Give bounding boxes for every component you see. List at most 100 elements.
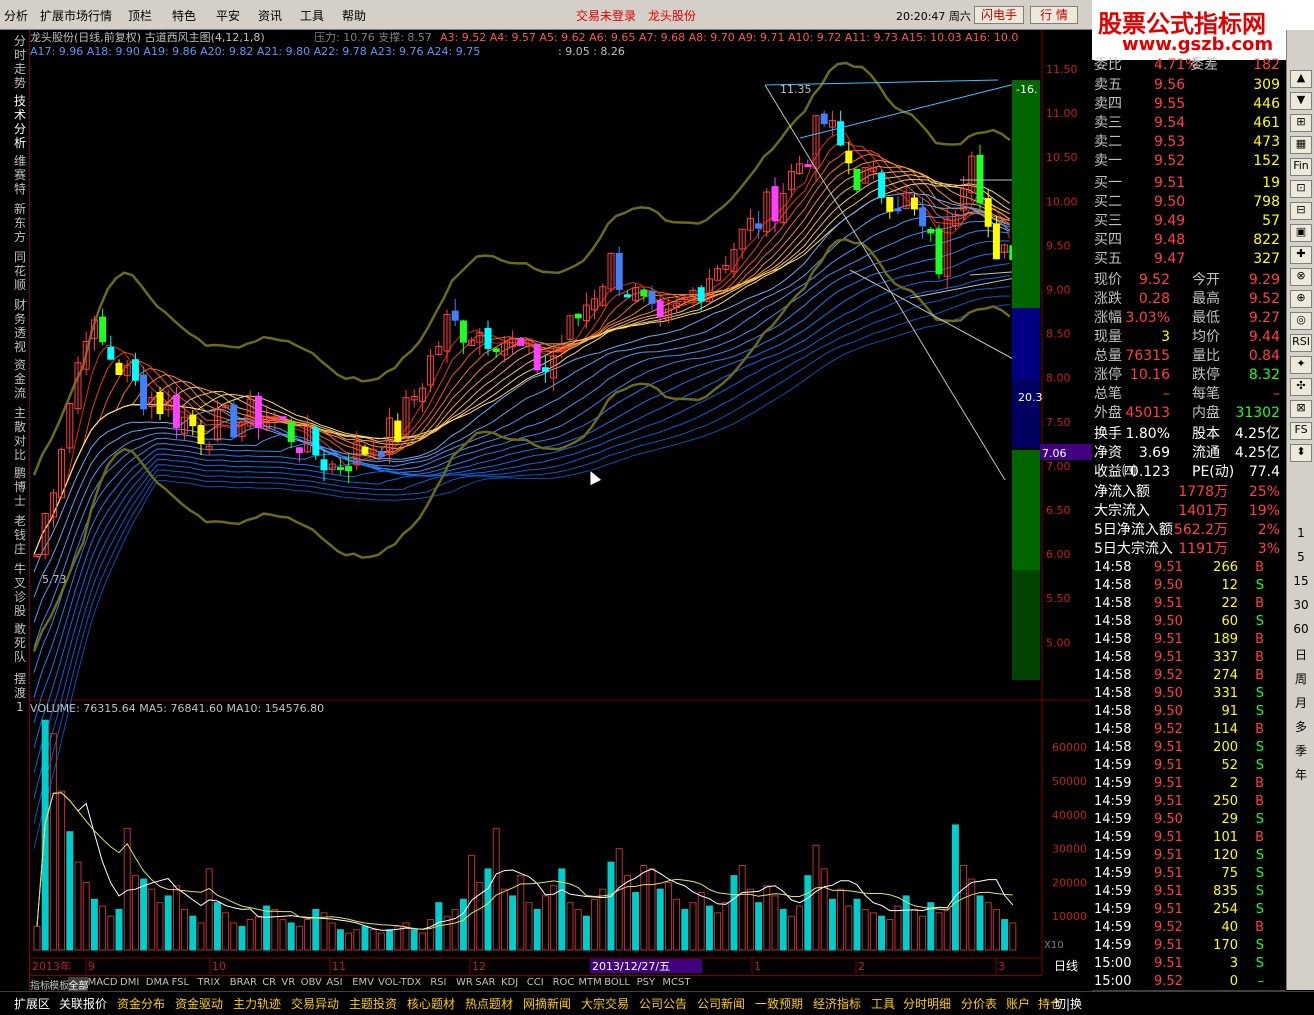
fn-tab-8[interactable]: BRAR <box>230 977 257 988</box>
fn-tab-3[interactable]: MACD <box>88 977 118 988</box>
tool-icon-2[interactable]: ⊞ <box>1290 114 1312 132</box>
fn-tab-7[interactable]: TRIX <box>197 977 220 988</box>
bottom-tab-11[interactable]: 公司公告 <box>639 995 687 1012</box>
tool-icon-1[interactable]: ▼ <box>1290 92 1312 110</box>
bottom-tab-13[interactable]: 一致预期 <box>755 995 803 1012</box>
kline-chart[interactable]: 11.50 11.00 10.50 10.00 9.50 9.00 8.50 8.00 7.50… <box>30 30 1092 975</box>
bottom-tab-4[interactable]: 主力轨迹 <box>233 995 281 1012</box>
bottom-tab-6[interactable]: 主题投资 <box>349 995 397 1012</box>
tool-icon-3[interactable]: ▦ <box>1290 136 1312 154</box>
fn-tab-23[interactable]: PSY <box>637 977 656 988</box>
menu-item-features[interactable]: 特色 <box>172 7 196 24</box>
fn-tab-18[interactable]: KDJ <box>501 977 518 988</box>
tool-icon-6[interactable]: ⊟ <box>1290 202 1312 220</box>
left-tab-3[interactable]: 新东方 <box>12 202 28 244</box>
quote-button[interactable]: 行 情 <box>1030 6 1078 24</box>
tool-icon-15[interactable]: ⊠ <box>1290 400 1312 418</box>
period-8[interactable]: 多 <box>1290 718 1312 735</box>
period-0[interactable]: 1 <box>1290 526 1312 540</box>
fn-tab-21[interactable]: MTM <box>578 977 601 988</box>
left-tab-11[interactable]: 敢死队 <box>12 622 28 664</box>
fn-tab-17[interactable]: SAR <box>475 977 495 988</box>
menu-item-tools[interactable]: 工具 <box>300 7 324 24</box>
bottom-tab-17[interactable]: 分价表 <box>961 995 997 1012</box>
period-4[interactable]: 60 <box>1290 622 1312 636</box>
left-tab-7[interactable]: 主散对比 <box>12 406 28 462</box>
fn-tab-2[interactable]: 全部 <box>68 977 89 992</box>
tool-icon-16[interactable]: FS <box>1290 422 1312 440</box>
switch-button[interactable]: 切|换 <box>1054 995 1082 1012</box>
bottom-tab-14[interactable]: 经济指标 <box>813 995 861 1012</box>
left-tab-12[interactable]: 摆渡1 <box>12 672 28 714</box>
menu-item-top-bar[interactable]: 顶栏 <box>128 7 152 24</box>
tool-icon-10[interactable]: ⊕ <box>1290 290 1312 308</box>
period-2[interactable]: 15 <box>1290 574 1312 588</box>
fn-tab-5[interactable]: DMA <box>146 977 169 988</box>
bottom-tab-15[interactable]: 工具 <box>871 995 895 1012</box>
tool-icon-8[interactable]: ✚ <box>1290 246 1312 264</box>
fn-tab-15[interactable]: RSI <box>430 977 446 988</box>
menu-item-news[interactable]: 资讯 <box>258 7 282 24</box>
period-10[interactable]: 年 <box>1290 766 1312 783</box>
tool-icon-5[interactable]: ⊡ <box>1290 180 1312 198</box>
fn-tab-24[interactable]: MCST <box>662 977 690 988</box>
fn-tab-4[interactable]: DMI <box>120 977 139 988</box>
left-tab-6[interactable]: 资金流 <box>12 358 28 400</box>
tool-icon-14[interactable]: ✣ <box>1290 378 1312 396</box>
bottom-tab-10[interactable]: 大宗交易 <box>581 995 629 1012</box>
period-5[interactable]: 日 <box>1290 646 1312 663</box>
fn-tab-6[interactable]: FSL <box>172 977 190 988</box>
bottom-tab-8[interactable]: 热点题材 <box>465 995 513 1012</box>
fn-tab-11[interactable]: OBV <box>301 977 322 988</box>
fn-tab-9[interactable]: CR <box>262 977 276 988</box>
left-tab-0[interactable]: 分时走势 <box>12 34 28 90</box>
bottom-tab-16[interactable]: 分时明细 <box>903 995 951 1012</box>
tool-icon-13[interactable]: ✦ <box>1290 356 1312 374</box>
fn-tab-19[interactable]: CCI <box>527 977 544 988</box>
bottom-tab-7[interactable]: 核心题材 <box>407 995 455 1012</box>
tool-icon-4[interactable]: Fin <box>1290 158 1312 176</box>
tool-icon-7[interactable]: ▣ <box>1290 224 1312 242</box>
bottom-tab-18[interactable]: 账户 <box>1006 995 1030 1012</box>
fn-tab-16[interactable]: WR <box>456 977 473 988</box>
menu-item-analysis[interactable]: 分析 <box>4 7 28 24</box>
fn-tab-10[interactable]: VR <box>281 977 295 988</box>
trade-login-status[interactable]: 交易未登录 <box>576 7 636 24</box>
left-tab-9[interactable]: 老钱庄 <box>12 514 28 556</box>
fn-tab-13[interactable]: EMV <box>352 977 374 988</box>
bottom-tab-5[interactable]: 交易异动 <box>291 995 339 1012</box>
menu-item-extended-market[interactable]: 扩展市场行情 <box>40 7 112 24</box>
period-3[interactable]: 30 <box>1290 598 1312 612</box>
bottom-tab-0[interactable]: 扩展区 <box>14 995 50 1012</box>
tool-icon-17[interactable]: ⬍ <box>1290 444 1312 462</box>
left-tab-2[interactable]: 维赛特 <box>12 154 28 196</box>
period-6[interactable]: 周 <box>1290 670 1312 687</box>
fn-tab-1[interactable]: 模板 <box>49 977 69 992</box>
menu-item-pingan[interactable]: 平安 <box>216 7 240 24</box>
bottom-tab-3[interactable]: 资金驱动 <box>175 995 223 1012</box>
left-tab-1[interactable]: 技术分析 <box>12 94 28 150</box>
bottom-tab-1[interactable]: 关联报价 <box>59 995 107 1012</box>
period-label[interactable]: 日线 <box>1054 959 1078 973</box>
bottom-tab-2[interactable]: 资金分布 <box>117 995 165 1012</box>
bottom-tab-12[interactable]: 公司新闻 <box>697 995 745 1012</box>
left-tab-4[interactable]: 同花顺 <box>12 250 28 292</box>
tool-icon-0[interactable]: ▲ <box>1290 70 1312 88</box>
period-9[interactable]: 季 <box>1290 742 1312 759</box>
fn-tab-0[interactable]: 指标 <box>30 977 50 992</box>
period-7[interactable]: 月 <box>1290 694 1312 711</box>
flash-order-button[interactable]: 闪电手 <box>974 6 1024 24</box>
period-1[interactable]: 5 <box>1290 550 1312 564</box>
left-tab-5[interactable]: 财务透视 <box>12 298 28 354</box>
fn-tab-20[interactable]: ROC <box>553 977 575 988</box>
fn-tab-12[interactable]: ASI <box>326 977 342 988</box>
left-tab-8[interactable]: 鹏博士 <box>12 466 28 508</box>
bottom-tab-9[interactable]: 网摘新闻 <box>523 995 571 1012</box>
left-tab-10[interactable]: 牛叉诊股 <box>12 562 28 618</box>
menu-item-help[interactable]: 帮助 <box>342 7 366 24</box>
fn-tab-14[interactable]: VOL-TDX <box>378 977 421 988</box>
tool-icon-12[interactable]: RSI <box>1290 334 1312 352</box>
tool-icon-9[interactable]: ⊗ <box>1290 268 1312 286</box>
fn-tab-22[interactable]: BOLL <box>604 977 630 988</box>
tool-icon-11[interactable]: ◎ <box>1290 312 1312 330</box>
